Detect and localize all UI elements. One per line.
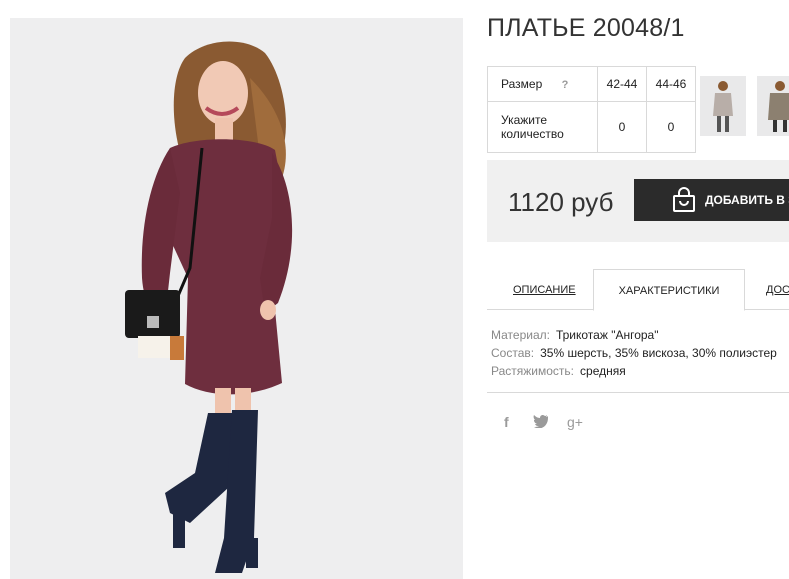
dress-thumbnail-icon [713,81,733,132]
google-plus-icon[interactable]: g+ [567,414,583,430]
size-option[interactable]: 44-46 [646,66,696,102]
spec-key: Растяжимость: [491,364,575,378]
product-thumbnail[interactable] [700,76,746,136]
product-main-image[interactable] [10,18,463,579]
characteristics-list: Материал: Трикотаж "Ангора" Состав: 35% ше… [491,326,777,380]
size-option[interactable]: 42-44 [597,66,647,102]
shopping-bag-icon [672,187,696,213]
add-to-order-button[interactable]: ДОБАВИТЬ В ЗАКАЗ [634,179,789,221]
dress-thumbnail-icon [768,81,789,132]
size-label: Размер [501,77,543,91]
add-to-order-label: ДОБАВИТЬ В ЗАКАЗ [705,193,789,207]
product-thumbnail[interactable] [757,76,789,136]
spec-row: Растяжимость: средняя [491,362,777,380]
spec-value: средняя [580,364,626,378]
tab-delivery[interactable]: ДОСТАВКА [766,269,789,309]
model-illustration [125,41,293,573]
divider [487,392,789,393]
product-tabs: ОПИСАНИЕ ХАРАКТЕРИСТИКИ ДОСТАВКА [487,269,789,311]
size-help-icon[interactable]: ? [562,79,569,91]
twitter-icon[interactable] [533,414,549,431]
spec-row: Материал: Трикотаж "Ангора" [491,326,777,344]
quantity-input[interactable]: 0 [597,101,647,153]
spec-row: Состав: 35% шерсть, 35% вискоза, 30% поли… [491,344,777,362]
spec-value: 35% шерсть, 35% вискоза, 30% полиэстер [540,346,777,360]
spec-value: Трикотаж "Ангора" [555,328,659,342]
size-quantity-table: Размер ? 42-44 44-46 Укажите количество … [487,66,696,153]
size-label-cell: Размер ? [487,66,598,102]
purchase-panel: 1120 руб ДОБАВИТЬ В ЗАКАЗ [487,160,789,242]
spec-key: Состав: [491,346,535,360]
quantity-label: Укажите количество [487,101,598,153]
facebook-icon[interactable]: f [504,414,509,430]
tab-characteristics[interactable]: ХАРАКТЕРИСТИКИ [593,269,745,311]
product-price: 1120 руб [508,187,614,217]
quantity-input[interactable]: 0 [646,101,696,153]
tab-description[interactable]: ОПИСАНИЕ [513,269,576,309]
product-title: ПЛАТЬЕ 20048/1 [487,14,685,42]
spec-key: Материал: [491,328,550,342]
